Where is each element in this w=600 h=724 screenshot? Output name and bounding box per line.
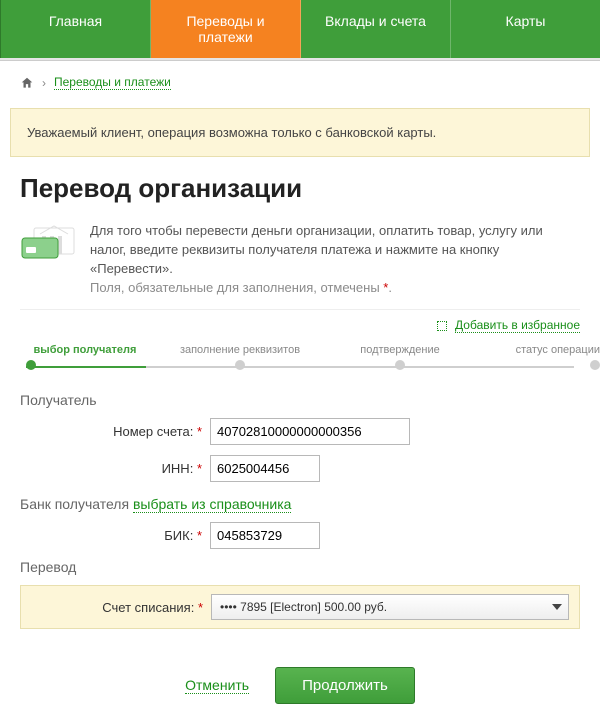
account-input[interactable] — [210, 418, 410, 445]
section-recipient: Получатель — [20, 392, 580, 408]
card-icon — [20, 224, 76, 297]
debit-account-select[interactable]: •••• 7895 [Electron] 500.00 руб. — [211, 594, 569, 620]
tab-deposits[interactable]: Вклады и счета — [301, 0, 451, 58]
step-progress: выбор получателя заполнение реквизитов п… — [20, 344, 580, 374]
tab-home[interactable]: Главная — [0, 0, 151, 58]
section-bank: Банк получателя — [20, 496, 129, 512]
breadcrumb-link[interactable]: Переводы и платежи — [54, 75, 171, 90]
inn-label: ИНН: * — [20, 461, 210, 476]
main-nav: Главная Переводы и платежи Вклады и счет… — [0, 0, 600, 58]
bank-directory-link[interactable]: выбрать из справочника — [133, 496, 291, 513]
step-status: статус операции — [480, 344, 600, 370]
intro-block: Для того чтобы перевести деньги организа… — [20, 222, 580, 310]
tab-cards[interactable]: Карты — [451, 0, 600, 58]
debit-account-value: •••• 7895 [Electron] 500.00 руб. — [220, 600, 387, 614]
step-recipient: выбор получателя — [20, 344, 150, 370]
account-label: Номер счета: * — [20, 424, 210, 439]
breadcrumb-separator: › — [42, 76, 46, 90]
chevron-down-icon — [552, 604, 562, 610]
step-details: заполнение реквизитов — [160, 344, 320, 370]
cancel-button[interactable]: Отменить — [185, 677, 249, 694]
favorite-icon — [437, 321, 447, 331]
tab-transfers[interactable]: Переводы и платежи — [151, 0, 301, 58]
page-title: Перевод организации — [20, 173, 580, 204]
bik-input[interactable] — [210, 522, 320, 549]
bik-label: БИК: * — [20, 528, 210, 543]
intro-text: Для того чтобы перевести деньги организа… — [90, 223, 543, 276]
section-transfer: Перевод — [20, 559, 580, 575]
intro-muted: Поля, обязательные для заполнения, отмеч… — [90, 280, 380, 295]
breadcrumb: › Переводы и платежи — [0, 61, 600, 100]
continue-button[interactable]: Продолжить — [275, 667, 415, 704]
inn-input[interactable] — [210, 455, 320, 482]
step-confirm: подтверждение — [340, 344, 460, 370]
debit-account-label: Счет списания: * — [21, 600, 211, 615]
home-icon[interactable] — [20, 76, 34, 90]
alert-banner: Уважаемый клиент, операция возможна толь… — [10, 108, 590, 157]
add-favorite-link[interactable]: Добавить в избранное — [455, 318, 580, 333]
